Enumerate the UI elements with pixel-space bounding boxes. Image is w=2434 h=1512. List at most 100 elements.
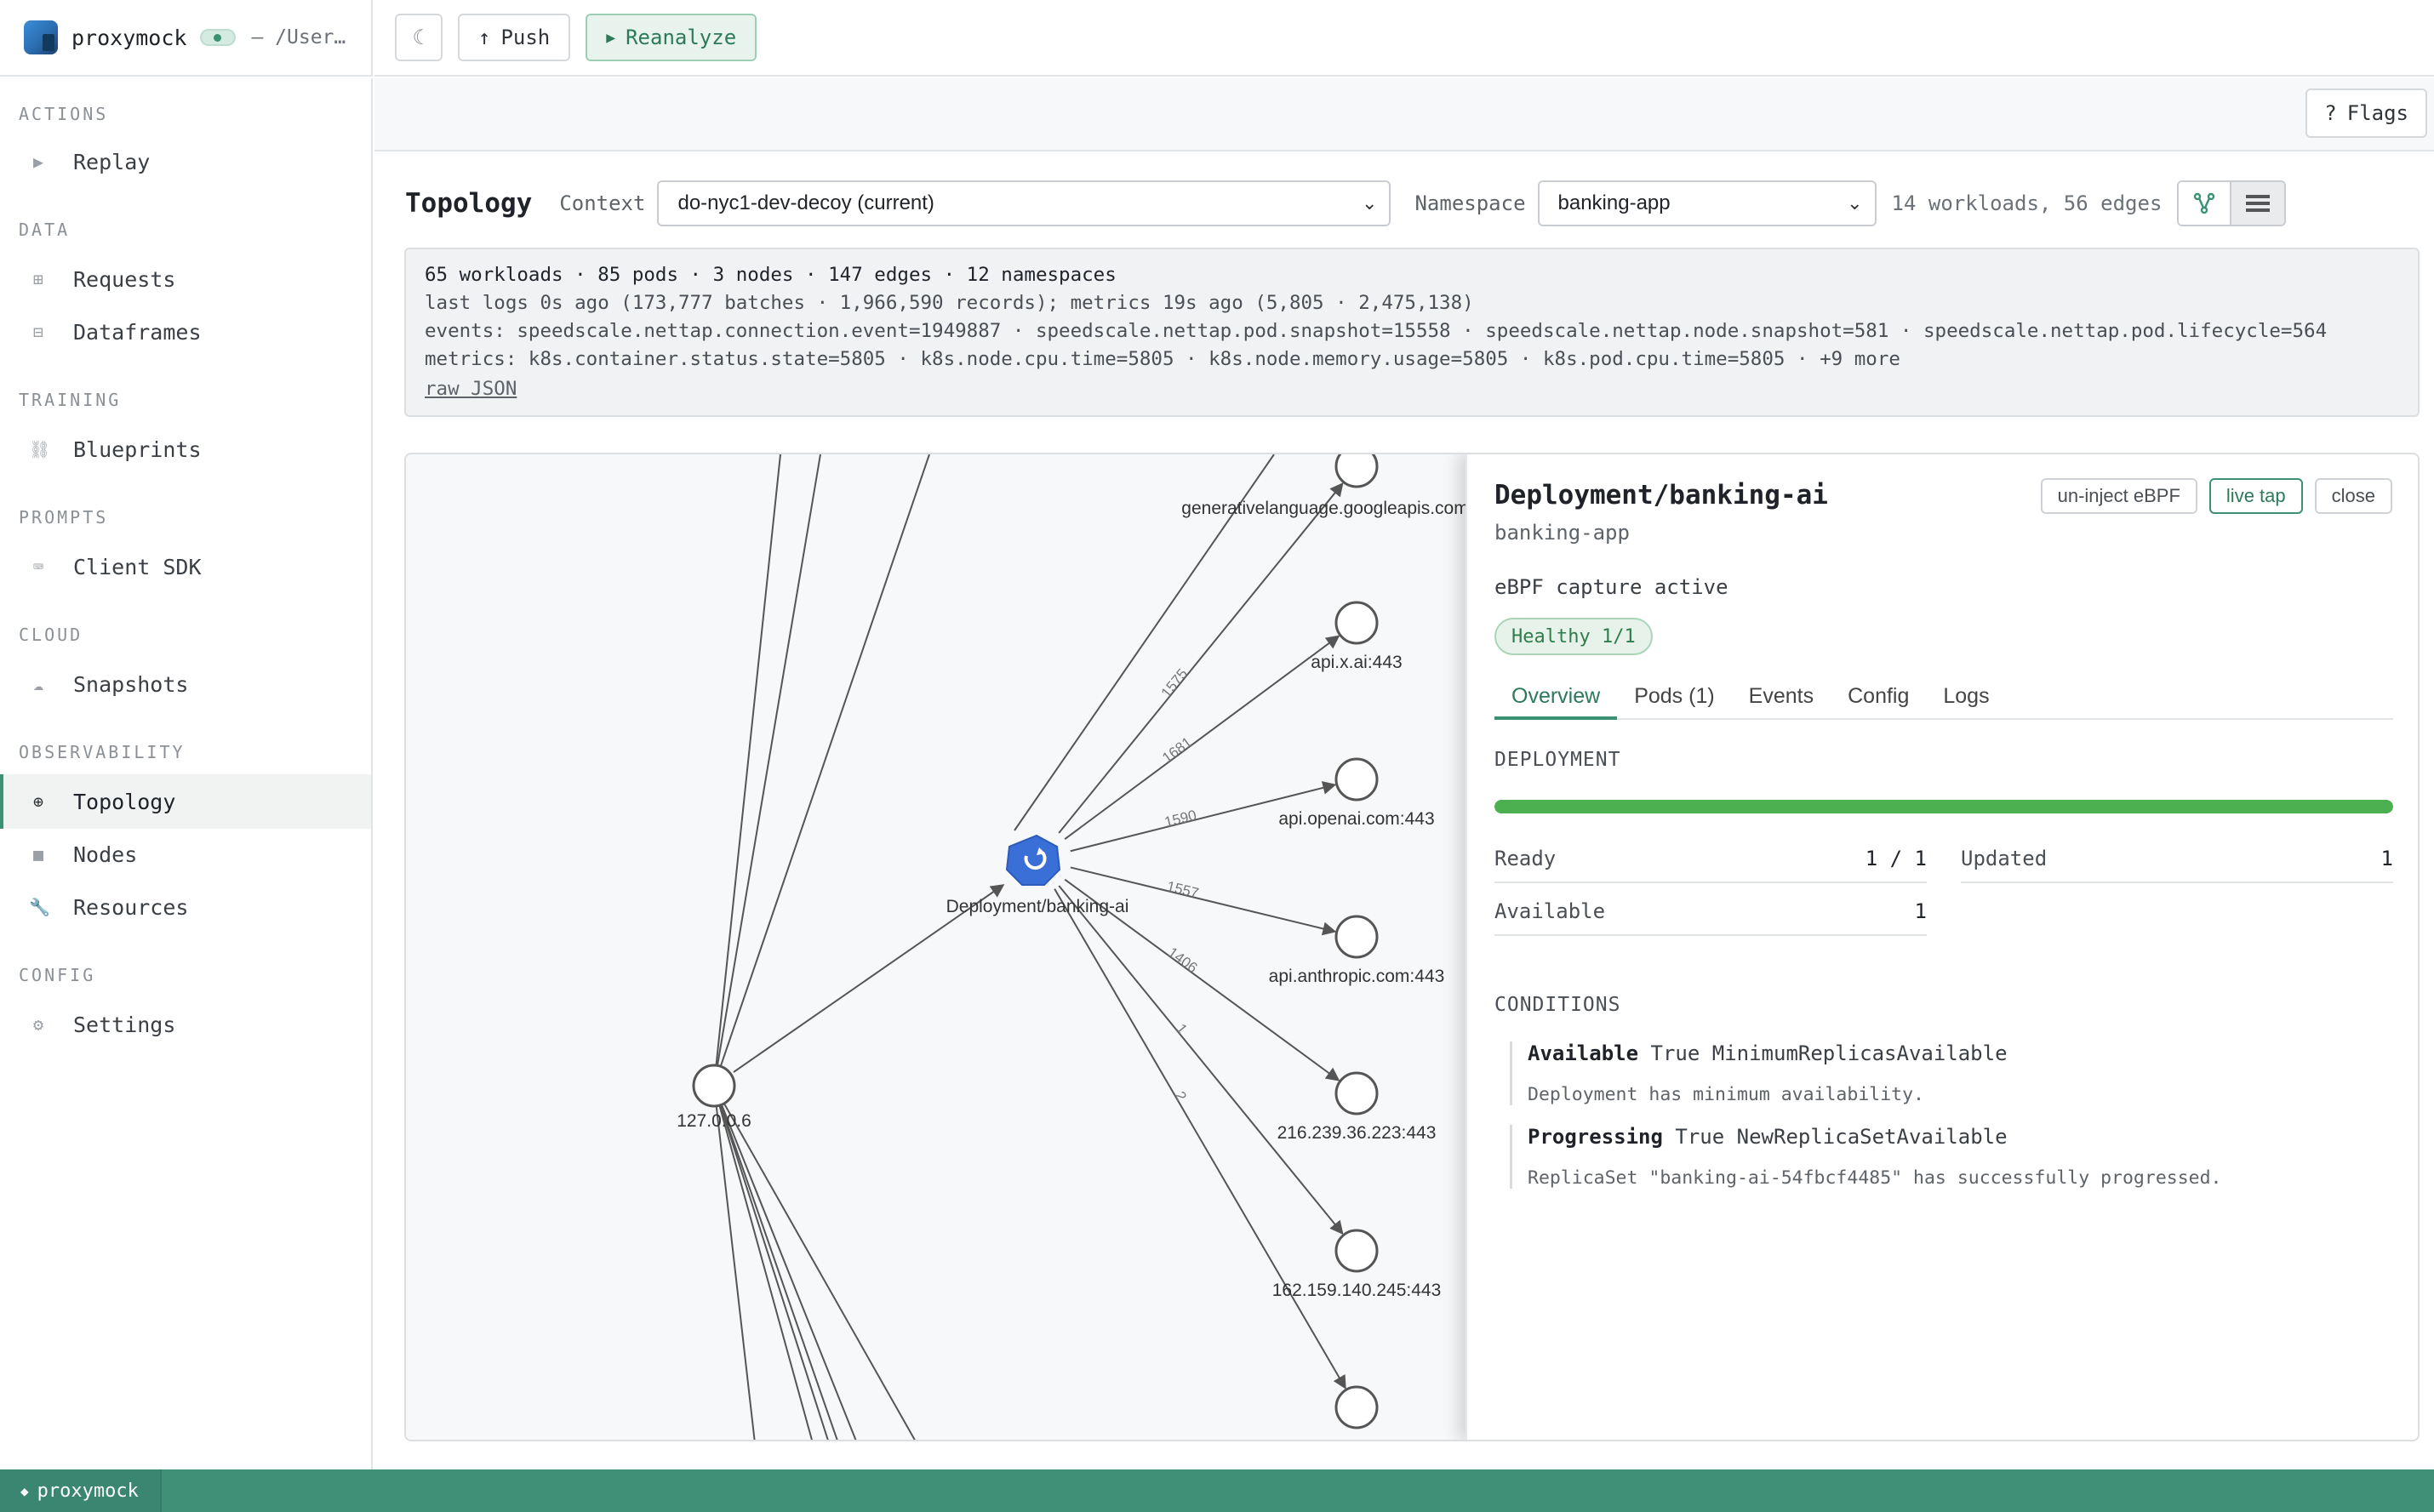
theme-toggle-button[interactable]: ☾ xyxy=(395,14,443,61)
gear-icon: ⚙ xyxy=(32,1014,44,1035)
statusbar-app-item[interactable]: ◆ proxymock xyxy=(0,1469,162,1512)
graph-node-target[interactable] xyxy=(1334,1385,1379,1429)
sidebar-item-resources[interactable]: 🔧 Resources xyxy=(0,880,371,934)
graph-edge xyxy=(713,1085,857,1440)
graph-view-button[interactable] xyxy=(2179,182,2232,225)
tab-events[interactable]: Events xyxy=(1732,677,1831,720)
app-brand: proxymock — /User… xyxy=(0,0,373,77)
keyboard-icon: ⌨ xyxy=(32,556,44,577)
condition-reason: NewReplicaSetAvailable xyxy=(1736,1125,2008,1149)
graph-node-target[interactable] xyxy=(1334,1071,1379,1115)
sidebar-item-nodes[interactable]: ■ Nodes xyxy=(0,827,371,882)
moon-icon: ☾ xyxy=(412,26,426,49)
graph-node-source[interactable] xyxy=(692,1064,736,1108)
page-title: Topology xyxy=(405,188,533,219)
push-button[interactable]: ↑ Push xyxy=(458,14,571,61)
detail-actions: un-inject eBPF live tap close xyxy=(2040,478,2392,514)
graph-node-label: 104.18.19.20:443 xyxy=(1287,1437,1426,1441)
play-icon: ▶ xyxy=(606,28,616,47)
list-view-icon xyxy=(2246,195,2271,212)
sidebar-item-topology[interactable]: ⊕ Topology xyxy=(0,774,371,829)
workspace-path: — /User… xyxy=(251,26,346,48)
graph-node-center[interactable] xyxy=(1005,834,1061,886)
ready-value: 1 / 1 xyxy=(1865,847,1927,870)
graph-node-target[interactable] xyxy=(1334,601,1379,645)
graph-edge xyxy=(1058,885,1344,1235)
detail-tabs: Overview Pods (1) Events Config Logs xyxy=(1494,677,2393,720)
reanalyze-button[interactable]: ▶ Reanalyze xyxy=(586,14,757,61)
ready-row: Ready 1 / 1 xyxy=(1494,836,1927,883)
condition-message: ReplicaSet "banking-ai-54fbcf4485" has s… xyxy=(1528,1167,2222,1189)
graph-node-label: 127.0.0.6 xyxy=(677,1111,751,1131)
chevron-down-icon: ⌄ xyxy=(1362,192,1378,214)
namespace-label: Namespace xyxy=(1414,191,1526,215)
wrench-icon: 🔧 xyxy=(29,897,50,917)
graph-edge-label: 1681 xyxy=(1159,734,1195,767)
sidebar-item-replay[interactable]: ▶ Replay xyxy=(0,134,371,189)
tab-logs[interactable]: Logs xyxy=(1926,677,2006,720)
close-button[interactable]: close xyxy=(2314,478,2392,514)
summary-events: events: speedscale.nettap.connection.eve… xyxy=(425,320,2328,342)
graph-edge-label: 1557 xyxy=(1165,878,1200,901)
status-bar: ◆ proxymock xyxy=(0,1469,2434,1512)
health-badge: Healthy 1/1 xyxy=(1494,618,1653,655)
condition-status: True xyxy=(1675,1125,1725,1149)
graph-node-label: Deployment/banking-ai xyxy=(946,897,1129,916)
graph-edge-label: 2 xyxy=(1172,1088,1190,1104)
live-tap-button[interactable]: live tap xyxy=(2208,478,2303,514)
context-select[interactable]: do-nyc1-dev-decoy (current) ⌄ xyxy=(657,180,1391,226)
condition-status: True xyxy=(1650,1041,1700,1065)
graph-node-target[interactable] xyxy=(1334,915,1379,959)
graph-node-label: generativelanguage.googleapis.com xyxy=(1181,499,1468,518)
graph-node-label: api.openai.com:443 xyxy=(1278,809,1434,829)
sidebar-item-settings[interactable]: ⚙ Settings xyxy=(0,997,371,1052)
flags-button[interactable]: ? Flags xyxy=(2305,88,2427,138)
summary-counts: 65 workloads · 85 pods · 3 nodes · 147 e… xyxy=(425,264,1117,286)
detail-panel: Deployment/banking-ai banking-app un-inj… xyxy=(1466,454,2418,1440)
tab-pods[interactable]: Pods (1) xyxy=(1617,677,1731,720)
graph-node-label: 216.239.36.223:443 xyxy=(1277,1123,1437,1143)
deployment-section-label: DEPLOYMENT xyxy=(1494,749,1621,771)
workload-count: 14 workloads, 56 edges xyxy=(1891,191,2163,215)
tab-config[interactable]: Config xyxy=(1831,677,1926,720)
graph-edge xyxy=(713,454,930,1087)
diamond-icon: ◆ xyxy=(20,1482,29,1499)
graph-node-target[interactable] xyxy=(1334,1229,1379,1273)
arrow-up-icon: ↑ xyxy=(478,26,491,49)
tab-overview[interactable]: Overview xyxy=(1494,677,1618,720)
available-label: Available xyxy=(1494,899,1606,923)
sidebar-item-dataframes[interactable]: ⊟ Dataframes xyxy=(0,305,371,359)
summary-metrics: metrics: k8s.container.status.state=5805… xyxy=(425,348,1900,370)
conditions-section-label: CONDITIONS xyxy=(1494,994,1621,1016)
list-view-button[interactable] xyxy=(2231,182,2285,225)
graph-edge-label: 1590 xyxy=(1163,807,1197,830)
condition-type: Available xyxy=(1528,1041,1639,1065)
flags-bar: ? Flags xyxy=(374,78,2434,151)
updated-row: Updated 1 xyxy=(1961,836,2393,883)
available-value: 1 xyxy=(1914,899,1927,923)
detail-title: Deployment/banking-ai xyxy=(1494,480,1828,511)
graph-node-target[interactable] xyxy=(1334,757,1379,802)
graph-edge xyxy=(713,1085,916,1440)
sidebar-item-snapshots[interactable]: ☁ Snapshots xyxy=(0,657,371,711)
topology-header: Topology Context do-nyc1-dev-decoy (curr… xyxy=(405,180,2400,226)
graph-edge-label: 1 xyxy=(1173,1021,1191,1037)
condition-message: Deployment has minimum availability. xyxy=(1528,1084,1924,1105)
graph-node-target[interactable] xyxy=(1334,454,1379,488)
graph-edge xyxy=(713,1085,756,1440)
uninject-ebpf-button[interactable]: un-inject eBPF xyxy=(2040,478,2197,514)
condition-progressing: Progressing True NewReplicaSetAvailable … xyxy=(1510,1125,2221,1189)
graph-edge xyxy=(713,1085,838,1440)
table-icon: ⊟ xyxy=(32,322,44,342)
namespace-select[interactable]: banking-app ⌄ xyxy=(1537,180,1877,226)
graph-edge xyxy=(713,1085,829,1440)
condition-type: Progressing xyxy=(1528,1125,1663,1149)
section-prompts: PROMPTS xyxy=(19,507,109,528)
section-observability: OBSERVABILITY xyxy=(19,742,186,762)
graph-edge xyxy=(1058,482,1344,834)
raw-json-link[interactable]: raw JSON xyxy=(425,375,2399,403)
status-toggle[interactable] xyxy=(200,29,237,46)
sidebar-item-blueprints[interactable]: ⛓ Blueprints xyxy=(0,422,371,476)
sidebar-item-requests[interactable]: ⊞ Requests xyxy=(0,252,371,306)
sidebar-item-client-sdk[interactable]: ⌨ Client SDK xyxy=(0,539,371,594)
